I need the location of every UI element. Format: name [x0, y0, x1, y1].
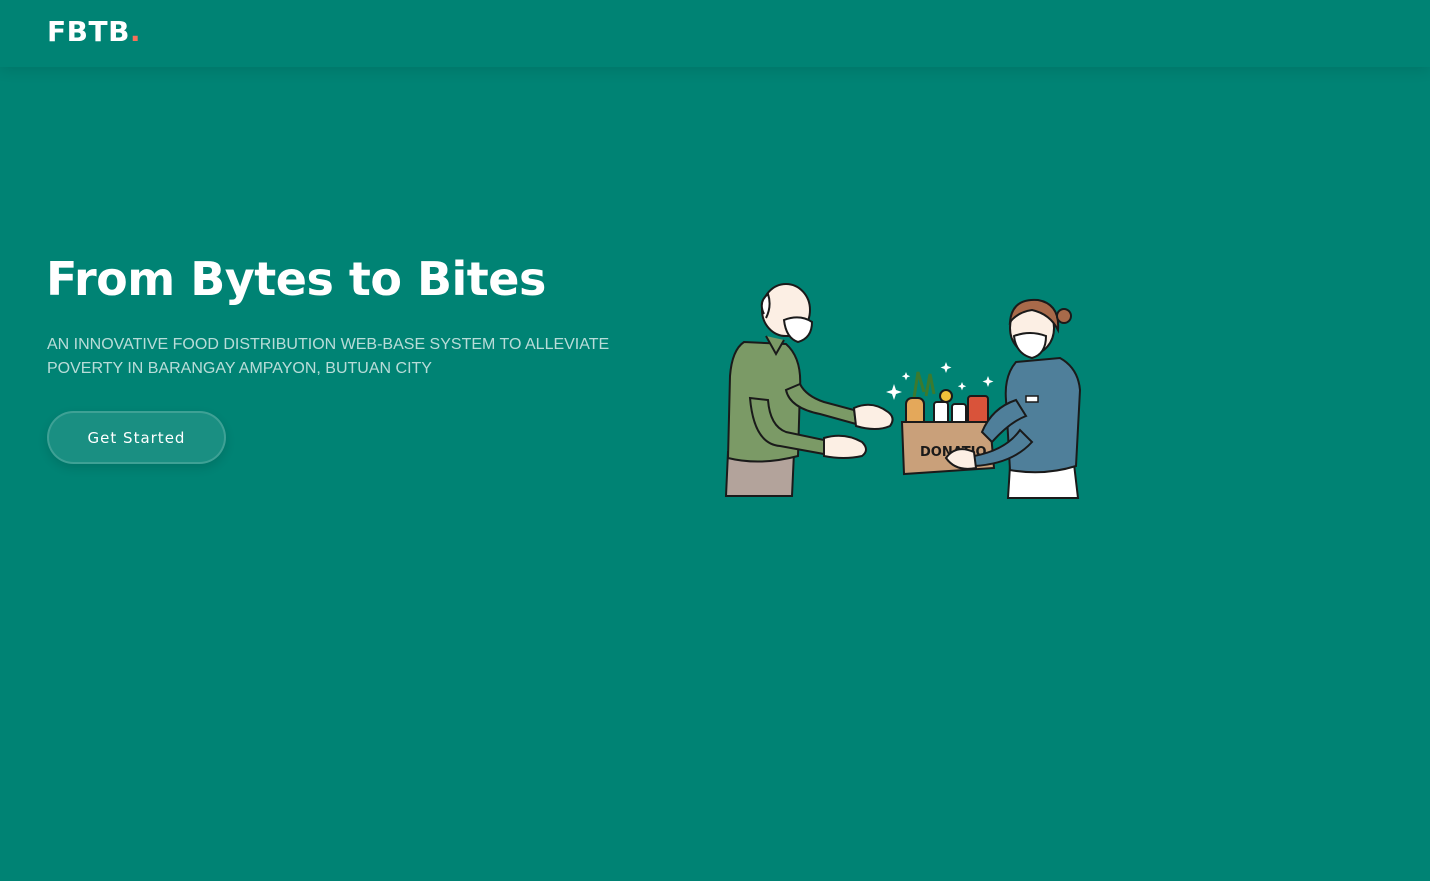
logo-dot: .	[129, 15, 142, 48]
hero-title: From Bytes to Bites	[46, 252, 546, 306]
top-navbar: FBTB.	[0, 0, 1430, 67]
food-donation-illustration: DONATIO	[720, 280, 1090, 505]
logo-text: FBTB	[47, 15, 130, 48]
hero-subtitle: AN INNOVATIVE FOOD DISTRIBUTION WEB-BASE…	[47, 336, 610, 377]
get-started-button[interactable]: Get Started	[47, 411, 226, 464]
donation-illustration-svg: DONATIO	[724, 283, 1082, 499]
site-logo[interactable]: FBTB.	[47, 15, 141, 48]
